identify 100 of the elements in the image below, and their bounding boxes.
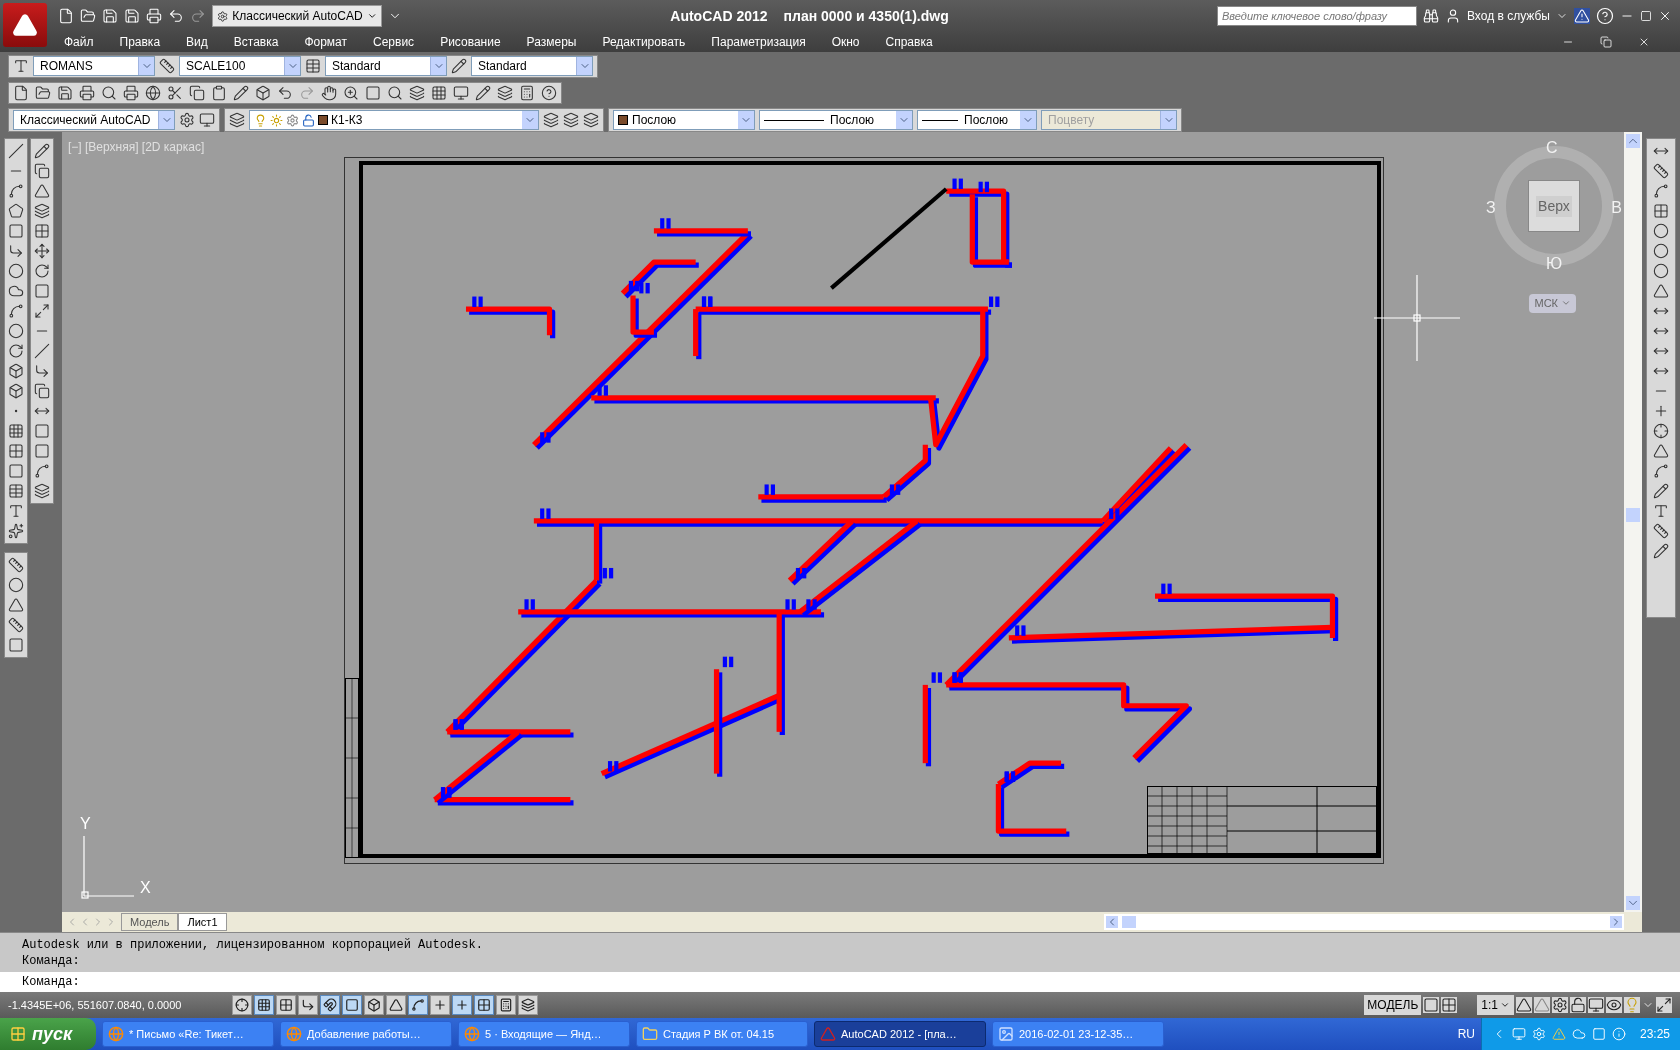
new-file-icon[interactable]: [13, 84, 29, 101]
circle-icon[interactable]: [8, 263, 24, 279]
cut-icon[interactable]: [167, 84, 183, 101]
angle-icon[interactable]: [1653, 443, 1669, 459]
eraser-icon[interactable]: [34, 143, 50, 159]
pentagon-icon[interactable]: [8, 203, 24, 219]
dimension-style-dropdown[interactable]: SCALE100: [179, 56, 301, 77]
language-indicator[interactable]: RU: [1457, 1025, 1475, 1043]
ucs-menu-button[interactable]: МСК: [1529, 294, 1576, 313]
drafting-toggle[interactable]: [408, 995, 428, 1015]
move-icon[interactable]: [34, 243, 50, 259]
crosshair-icon[interactable]: [1653, 423, 1669, 439]
undo-icon[interactable]: [168, 8, 184, 24]
copy-icon[interactable]: [34, 163, 50, 179]
application-button[interactable]: [3, 3, 47, 47]
grid-icon[interactable]: [8, 443, 24, 459]
curve-icon[interactable]: [8, 303, 24, 319]
sheet-icon[interactable]: [497, 84, 513, 101]
multileader-style-icon[interactable]: [451, 58, 467, 75]
text-icon[interactable]: [1653, 503, 1669, 519]
drawing-canvas[interactable]: [−] [Верхняя] [2D каркас] С З Верх В Ю МСК Y X: [62, 132, 1624, 912]
scroll-thumb[interactable]: [1122, 916, 1136, 928]
circle-icon[interactable]: [8, 323, 24, 339]
layers-icon[interactable]: [563, 112, 579, 128]
mirror-icon[interactable]: [34, 183, 50, 199]
maximize-icon[interactable]: [1640, 10, 1652, 22]
taskbar-button[interactable]: Добавление работы…: [280, 1021, 452, 1047]
drafting-toggle[interactable]: [342, 995, 362, 1015]
layers-icon[interactable]: [229, 112, 245, 128]
line-icon[interactable]: [34, 343, 50, 359]
layers-icon[interactable]: [583, 112, 599, 128]
pencil-icon[interactable]: [1653, 483, 1669, 499]
folder-icon[interactable]: [35, 84, 51, 101]
table-icon[interactable]: [8, 483, 24, 499]
copy-icon[interactable]: [189, 84, 205, 101]
print-icon[interactable]: [146, 8, 162, 24]
table-style-icon[interactable]: [305, 58, 321, 75]
new-file-icon[interactable]: [58, 8, 74, 24]
square-icon[interactable]: [34, 423, 50, 439]
lineweight-dropdown[interactable]: Послою: [917, 110, 1037, 130]
ruler-icon[interactable]: [8, 557, 24, 573]
close-icon[interactable]: [1658, 9, 1672, 23]
circle-icon[interactable]: [8, 577, 24, 593]
pan-icon[interactable]: [321, 84, 337, 101]
drafting-toggle[interactable]: [430, 995, 450, 1015]
drafting-toggle[interactable]: [254, 995, 274, 1015]
pencil-icon[interactable]: [1653, 543, 1669, 559]
circle-icon[interactable]: [1653, 223, 1669, 239]
drafting-toggle[interactable]: [386, 995, 406, 1015]
grid-icon[interactable]: [8, 423, 24, 439]
vertical-scrollbar[interactable]: [1624, 132, 1642, 912]
lock-icon[interactable]: [1570, 997, 1586, 1013]
text-style-dropdown[interactable]: ROMANS: [33, 56, 155, 77]
folder-icon[interactable]: [80, 8, 96, 24]
layout-icon[interactable]: [1423, 997, 1440, 1013]
grid-icon[interactable]: [1653, 203, 1669, 219]
annotation-icon[interactable]: [1516, 997, 1532, 1013]
drafting-toggle[interactable]: [496, 995, 516, 1015]
menu-item[interactable]: Файл: [64, 33, 94, 51]
taskbar-button[interactable]: 2016-02-01 23-12-35…: [992, 1021, 1164, 1047]
taskbar-button[interactable]: 5 · Входящие — Янд…: [458, 1021, 630, 1047]
restore-icon[interactable]: [1600, 36, 1612, 48]
undo-icon[interactable]: [277, 84, 293, 101]
save-icon[interactable]: [124, 8, 140, 24]
annotation-scale-button[interactable]: 1:1: [1477, 995, 1514, 1015]
sign-in-link[interactable]: Вход в службы: [1467, 7, 1550, 25]
model-space-button[interactable]: МОДЕЛЬ: [1364, 995, 1422, 1015]
dimension-style-icon[interactable]: [159, 58, 175, 75]
rotate-icon[interactable]: [8, 343, 24, 359]
info-icon[interactable]: [1611, 1027, 1626, 1041]
viewcube-face[interactable]: Верх: [1528, 180, 1580, 232]
ruler-icon[interactable]: [1653, 523, 1669, 539]
drafting-toggle[interactable]: [320, 995, 340, 1015]
ruler-icon[interactable]: [1653, 163, 1669, 179]
settings-icon[interactable]: [1552, 997, 1568, 1013]
rotate-icon[interactable]: [34, 263, 50, 279]
viewcube-face-label[interactable]: Верх: [1536, 195, 1572, 217]
zoom-previous-icon[interactable]: [387, 84, 403, 101]
table-style-dropdown[interactable]: Standard: [325, 56, 447, 77]
layouts-icon[interactable]: [1441, 997, 1458, 1013]
color-dropdown[interactable]: Послою: [613, 110, 755, 130]
linetype-dropdown[interactable]: Послою: [759, 110, 913, 130]
properties-icon[interactable]: [409, 84, 425, 101]
search-field[interactable]: Введите ключевое слово/фразу: [1217, 6, 1417, 26]
help-icon[interactable]: [541, 84, 557, 101]
workspace-dropdown[interactable]: Классический AutoCAD: [13, 110, 175, 130]
menu-item[interactable]: Сервис: [373, 33, 415, 51]
drafting-toggle[interactable]: [298, 995, 318, 1015]
curve-icon[interactable]: [34, 463, 50, 479]
cloud-icon[interactable]: [8, 283, 24, 299]
arrow-icon[interactable]: [8, 243, 24, 259]
ruler-icon[interactable]: [8, 617, 24, 633]
angle-icon[interactable]: [8, 597, 24, 613]
gear-icon[interactable]: [1531, 1027, 1546, 1041]
arc-icon[interactable]: [1653, 183, 1669, 199]
multileader-style-dropdown[interactable]: Standard: [471, 56, 593, 77]
angle-icon[interactable]: [1653, 283, 1669, 299]
line-icon[interactable]: [8, 143, 24, 159]
gear-icon[interactable]: [286, 113, 299, 127]
command-input[interactable]: Команда:: [0, 972, 1680, 992]
